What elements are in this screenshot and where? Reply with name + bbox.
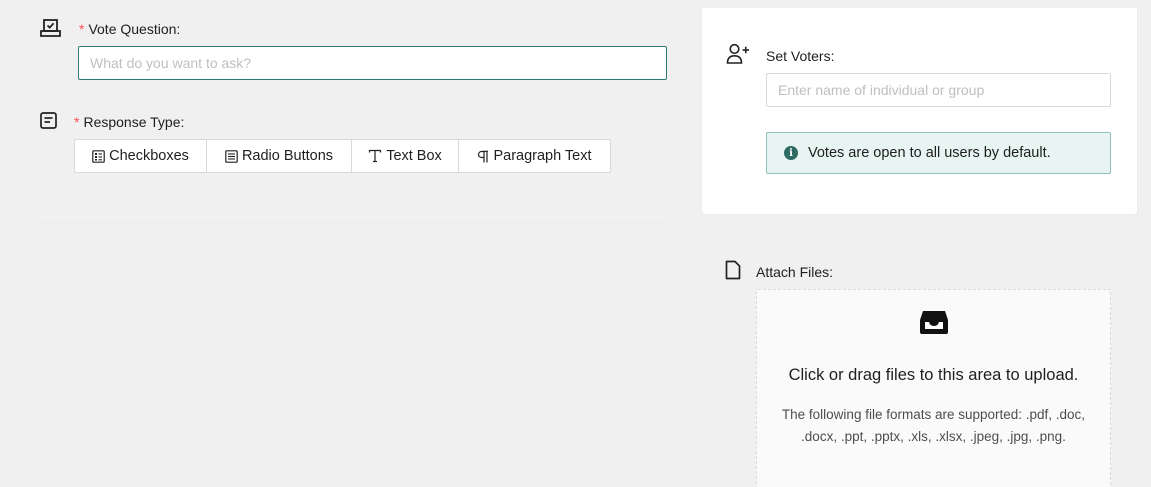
file-icon [725, 260, 741, 280]
upload-title: Click or drag files to this area to uplo… [788, 366, 1079, 384]
response-option-radio-buttons[interactable]: Radio Buttons [206, 139, 352, 173]
option-label: Checkboxes [109, 148, 189, 164]
response-option-text-box[interactable]: Text Box [351, 139, 459, 173]
form-list-icon [40, 112, 57, 129]
pilcrow-icon [478, 150, 489, 162]
vote-question-input[interactable] [78, 46, 667, 80]
voters-search-input[interactable] [766, 73, 1111, 107]
checklist-icon [92, 149, 105, 163]
option-label: Text Box [386, 148, 442, 164]
info-icon: i [784, 146, 798, 160]
file-upload-dropzone[interactable]: Click or drag files to this area to uplo… [756, 289, 1111, 487]
response-option-checkboxes[interactable]: Checkboxes [74, 139, 207, 173]
attach-files-label: Attach Files: [756, 264, 834, 280]
option-label: Paragraph Text [493, 148, 592, 164]
inbox-icon [920, 311, 948, 334]
response-type-selector: Checkboxes Radio Buttons Text Box Paragr… [74, 139, 611, 173]
upload-hint: The following file formats are supported… [781, 407, 1086, 444]
response-type-label: * Response Type: [74, 114, 185, 130]
option-label: Radio Buttons [241, 148, 334, 164]
text-icon [369, 149, 382, 163]
voters-info-alert: i Votes are open to all users by default… [766, 132, 1111, 174]
vote-box-icon [40, 19, 61, 37]
response-option-paragraph-text[interactable]: Paragraph Text [458, 139, 611, 173]
voters-card [701, 8, 1138, 215]
add-user-icon [726, 43, 749, 64]
vote-question-label: * Vote Question: [79, 21, 181, 37]
section-divider [40, 223, 667, 224]
voters-info-text: Votes are open to all users by default. [808, 145, 1051, 161]
left-gutter [0, 12, 13, 487]
set-voters-label: Set Voters: [766, 48, 835, 64]
list-icon [225, 149, 238, 163]
